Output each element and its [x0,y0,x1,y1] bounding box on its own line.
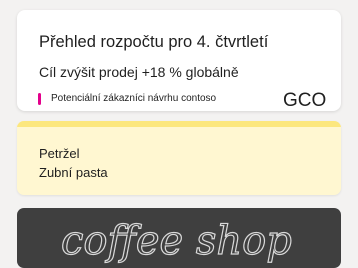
note-title: Přehled rozpočtu pro 4. čtvrtletí [39,33,269,51]
budget-note-card[interactable]: Přehled rozpočtu pro 4. čtvrtletí Cíl zv… [17,10,341,111]
note-color-strip [17,121,341,127]
coffee-shop-chalk-image: coffee shop [60,217,292,264]
tag-label: Potenciální zákazníci návrhu contoso [51,93,217,104]
note-tag: Potenciální zákazníci návrhu contoso [38,92,216,106]
tag-color-marker [38,93,41,105]
list-item: Petržel [39,146,80,161]
list-item: Zubní pasta [39,165,108,180]
handwritten-ink: GCO [283,90,327,111]
image-note-card[interactable]: coffee shop [17,208,341,268]
note-body-text: Cíl zvýšit prodej +18 % globálně [39,64,239,80]
shopping-list-note-card[interactable]: Petržel Zubní pasta [17,121,341,195]
chalk-lettering: coffee shop [61,218,292,264]
